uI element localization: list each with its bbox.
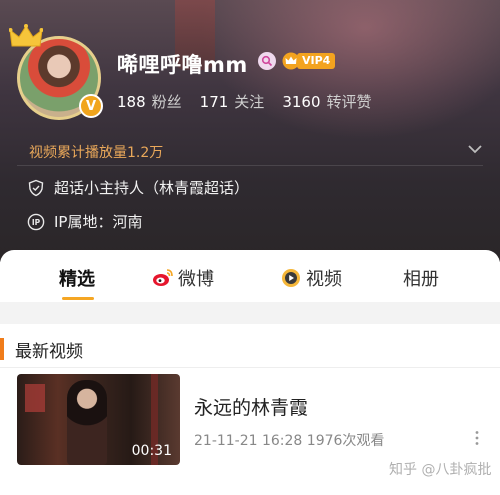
video-icon: [282, 269, 300, 287]
section-title: 最新视频: [15, 341, 83, 362]
stat-num: 171: [199, 93, 229, 111]
tab-albums[interactable]: 相册: [403, 265, 439, 291]
stat-num: 3160: [282, 93, 321, 111]
ip-location: IP属地：河南: [54, 213, 143, 231]
crown-icon: [9, 24, 43, 47]
stat-likes[interactable]: 3160 转评赞: [282, 91, 371, 112]
ip-location-row: IP IP属地：河南: [27, 211, 142, 232]
verified-badge-icon: V: [79, 94, 103, 118]
thumbnail-art: [25, 384, 45, 412]
stat-label: 转评赞: [326, 93, 372, 111]
tab-featured[interactable]: 精选: [59, 265, 95, 291]
tab-videos[interactable]: 视频: [280, 265, 342, 291]
shield-icon: [28, 179, 44, 196]
section-header: 最新视频: [0, 337, 83, 362]
video-thumbnail[interactable]: 00:31: [17, 374, 180, 465]
stat-num: 188: [117, 93, 146, 111]
thumbnail-figure: [67, 380, 107, 465]
search-badge-icon[interactable]: [258, 52, 276, 70]
tab-label: 微博: [178, 269, 214, 290]
more-options-icon[interactable]: [474, 430, 480, 446]
video-title[interactable]: 永远的林青霞: [194, 393, 308, 420]
profile-tabs: 精选 微博 视频 相册: [0, 250, 500, 302]
stat-label: 粉丝: [151, 93, 182, 111]
avatar-container[interactable]: V: [9, 24, 103, 120]
video-play-count: 视频累计播放量1.2万: [29, 145, 164, 161]
header-divider: [17, 165, 483, 166]
profile-header: V 唏哩呼噜mm VIP4 188 粉丝 171 关注 3160 转评赞 视频累计播放…: [0, 0, 500, 262]
supertopic-role: 超话小主持人（林青霞超话）: [54, 179, 250, 197]
section-accent-bar: [0, 338, 4, 360]
chevron-down-icon[interactable]: [467, 143, 483, 155]
vip-badge[interactable]: VIP4: [282, 52, 336, 70]
stat-label: 关注: [234, 93, 265, 111]
weibo-icon: [153, 269, 173, 286]
video-duration: 00:31: [131, 443, 172, 459]
stat-followers[interactable]: 188 粉丝: [117, 91, 182, 112]
watermark: 知乎 @八卦疯批: [389, 462, 492, 478]
video-meta: 21-11-21 16:28 1976次观看: [194, 433, 385, 449]
tab-label: 相册: [403, 269, 439, 290]
active-tab-indicator: [62, 297, 94, 300]
section-divider: [0, 367, 500, 368]
tab-weibo[interactable]: 微博: [152, 265, 214, 291]
ip-icon: IP: [27, 213, 45, 230]
stats-row: 188 粉丝 171 关注 3160 转评赞: [117, 91, 390, 112]
svg-text:IP: IP: [32, 218, 41, 227]
vip-level: VIP4: [297, 53, 336, 69]
tab-label: 精选: [59, 269, 95, 290]
stat-following[interactable]: 171 关注: [200, 91, 265, 112]
username: 唏哩呼噜mm: [117, 53, 248, 77]
tab-label: 视频: [306, 269, 342, 290]
supertopic-role-row[interactable]: 超话小主持人（林青霞超话）: [27, 177, 249, 198]
